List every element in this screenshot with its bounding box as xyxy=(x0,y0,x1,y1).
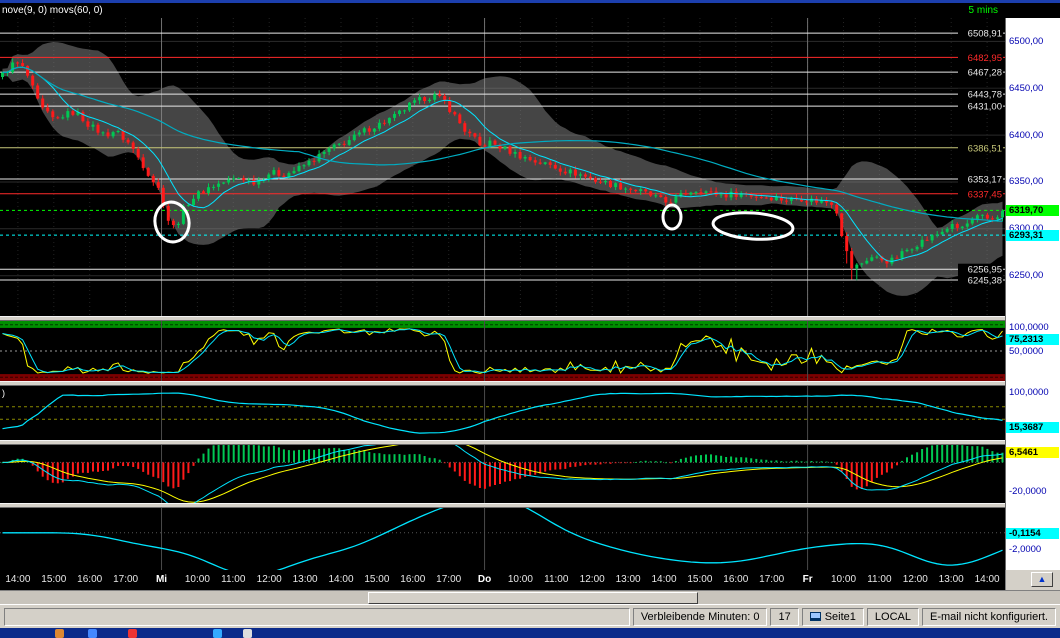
chart-header: nove(9, 0) movs(60, 0) 5 mins xyxy=(0,3,1060,18)
level-label: 6256,95 xyxy=(968,265,1002,276)
panel-left-label: ) xyxy=(2,388,5,398)
time-label: 17:00 xyxy=(759,574,784,585)
taskbar-icon[interactable] xyxy=(213,629,222,638)
indicator-value-badge: 15,3687 xyxy=(1006,422,1059,433)
monitor-icon xyxy=(810,612,821,621)
stoch-k-line xyxy=(3,329,1003,374)
panel-3[interactable] xyxy=(0,445,1005,503)
time-label: 14:00 xyxy=(5,574,30,585)
stoch-d-line xyxy=(3,329,1003,373)
chart-mode-button[interactable]: ▲ xyxy=(1031,572,1053,587)
indicator-scale-label: 100,0000 xyxy=(1006,387,1060,398)
time-label: 12:00 xyxy=(903,574,928,585)
time-label: 16:00 xyxy=(400,574,425,585)
timeframe-label: 5 mins xyxy=(969,3,998,18)
price-axis-label: 6350,00 xyxy=(1006,176,1060,187)
indicator-scale-label: 100,0000 xyxy=(1006,322,1060,333)
scrollbar-thumb[interactable] xyxy=(368,592,698,604)
connection-field: LOCAL xyxy=(867,608,919,626)
level-label: 6467,28 xyxy=(968,68,1002,79)
remaining-minutes-text: Verbleibende Minuten: 0 xyxy=(641,611,760,623)
axis-corner: ▲ xyxy=(1005,570,1060,590)
current-price-badge: 6319,70 xyxy=(1006,205,1059,216)
time-label: 15:00 xyxy=(364,574,389,585)
right-axis[interactable]: 6500,006450,006400,006350,006300,006250,… xyxy=(1005,18,1060,570)
page-number-text: 17 xyxy=(778,611,790,623)
email-status-field: E-mail nicht konfiguriert. xyxy=(922,608,1056,626)
time-label: 13:00 xyxy=(616,574,641,585)
indicator-scale-label: -20,0000 xyxy=(1006,486,1060,497)
chart-arrow-icon: ▲ xyxy=(1038,574,1047,584)
level-label: 6245,38 xyxy=(968,276,1002,287)
time-axis: 14:00 15:00 16:00 17:00 Mi 10:00 11:00 12:00 13:… xyxy=(0,570,1005,590)
page-name-field: Seite1 xyxy=(802,608,864,626)
time-label: 13:00 xyxy=(293,574,318,585)
horizontal-scrollbar[interactable] xyxy=(0,590,1060,604)
panel-4[interactable] xyxy=(0,508,1005,570)
indicator-settings-label: nove(9, 0) movs(60, 0) xyxy=(2,3,103,18)
price-axis-label: 6450,00 xyxy=(1006,83,1060,94)
level-label: 6482,95 xyxy=(968,53,1002,64)
time-label: 11:00 xyxy=(544,574,568,585)
level-label: 6386,51 xyxy=(968,143,1002,154)
trading-app-window: nove(9, 0) movs(60, 0) 5 mins 6508,91 648… xyxy=(0,0,1060,638)
level-label: 6443,78 xyxy=(968,90,1002,101)
momentum-line xyxy=(3,508,1003,570)
time-label: 14:00 xyxy=(328,574,353,585)
time-label: 10:00 xyxy=(508,574,533,585)
indicator-value-badge: 6,5461 xyxy=(1006,447,1059,458)
taskbar-icon[interactable] xyxy=(88,629,97,638)
time-label: 12:00 xyxy=(580,574,605,585)
status-message-field xyxy=(4,608,630,626)
price-axis-label: 6400,00 xyxy=(1006,130,1060,141)
connection-text: LOCAL xyxy=(875,611,911,623)
taskbar[interactable] xyxy=(0,628,1060,638)
panel-2[interactable]: ) xyxy=(0,386,1005,440)
page-number-field: 17 xyxy=(770,608,798,626)
time-label: 16:00 xyxy=(723,574,748,585)
level-label: 6508,91 xyxy=(968,29,1002,40)
time-label: 17:00 xyxy=(436,574,461,585)
taskbar-icon[interactable] xyxy=(128,629,137,638)
secondary-price-badge: 6293,31 xyxy=(1006,230,1059,241)
main-chart[interactable]: 6508,91 6482,95 6467,28 6443,786431,00 6386,… xyxy=(0,18,1005,316)
level-label: 6431,00 xyxy=(968,102,1002,113)
price-axis-label: 6250,00 xyxy=(1006,270,1060,281)
time-label: 12:00 xyxy=(257,574,282,585)
day-label: Fr xyxy=(803,574,813,585)
day-label: Mi xyxy=(156,574,167,585)
remaining-minutes-field: Verbleibende Minuten: 0 xyxy=(633,608,768,626)
taskbar-icon[interactable] xyxy=(243,629,252,638)
day-label: Do xyxy=(478,574,491,585)
time-label: 16:00 xyxy=(77,574,102,585)
price-axis-label: 6500,00 xyxy=(1006,36,1060,47)
time-label: 17:00 xyxy=(113,574,138,585)
time-label: 10:00 xyxy=(185,574,210,585)
level-label: 6353,17 xyxy=(968,175,1002,186)
panel-1[interactable] xyxy=(0,321,1005,381)
time-label: 15:00 xyxy=(687,574,712,585)
time-label: 15:00 xyxy=(41,574,66,585)
time-label: 13:00 xyxy=(939,574,964,585)
annotation-ellipse xyxy=(663,205,681,229)
indicator-scale-label: 50,0000 xyxy=(1006,346,1060,357)
time-label: 14:00 xyxy=(651,574,676,585)
time-label: 11:00 xyxy=(221,574,245,585)
time-label: 10:00 xyxy=(831,574,856,585)
page-name-text: Seite1 xyxy=(825,611,856,623)
oscillator-line xyxy=(3,393,1003,433)
indicator-value-badge: -0,1154 xyxy=(1006,528,1059,539)
time-label: 11:00 xyxy=(867,574,891,585)
status-bar: Verbleibende Minuten: 0 17 Seite1 LOCAL … xyxy=(0,604,1060,628)
level-label: 6337,45 xyxy=(968,189,1002,200)
taskbar-icon[interactable] xyxy=(55,629,64,638)
email-status-text: E-mail nicht konfiguriert. xyxy=(930,611,1048,623)
indicator-value-badge: 75,2313 xyxy=(1006,334,1059,345)
time-label: 14:00 xyxy=(975,574,1000,585)
annotation-ellipse xyxy=(712,210,794,242)
indicator-scale-label: -2,0000 xyxy=(1006,544,1060,555)
